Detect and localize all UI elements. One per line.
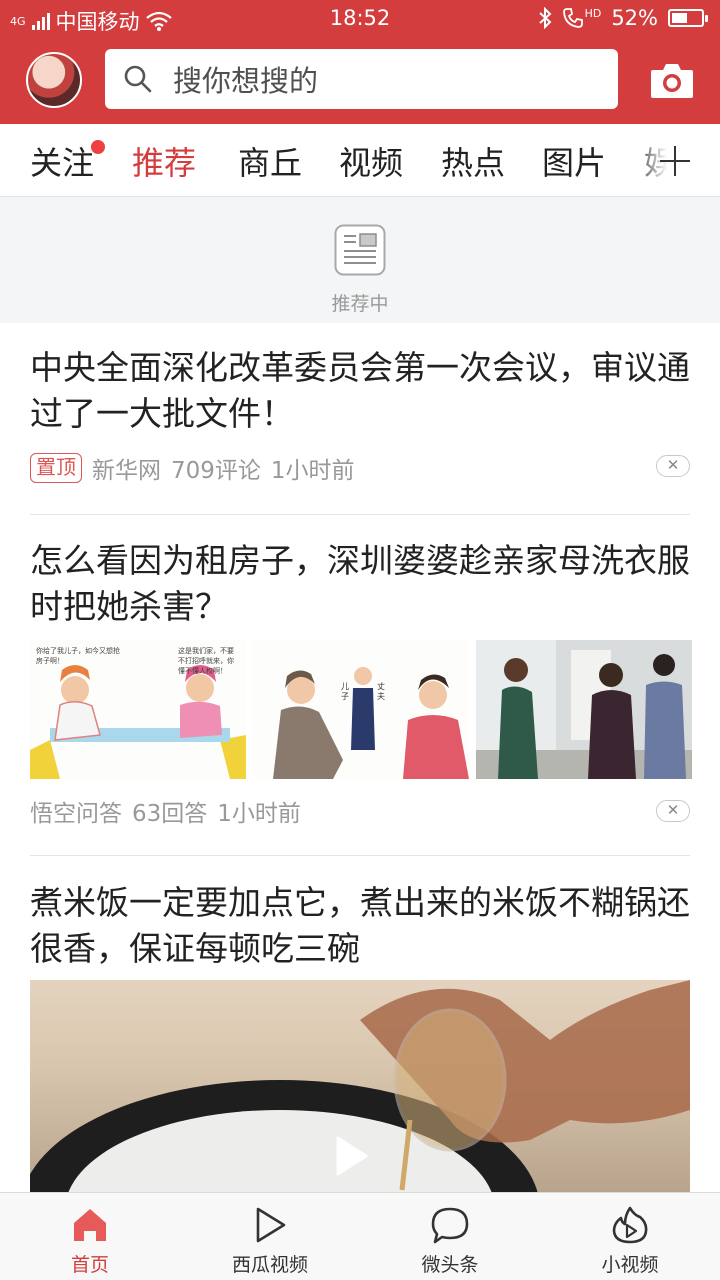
search-box[interactable]: 搜你想搜的: [105, 49, 618, 109]
tab-shangqiu[interactable]: 商丘: [238, 138, 302, 184]
add-channel-icon[interactable]: [660, 146, 690, 176]
hd-label: HD: [584, 7, 602, 20]
bubble-text: 这是我们家，不要不打招呼就来，你懂不懂人权啊！: [178, 647, 234, 675]
thumbnail-image[interactable]: 儿子 丈夫: [253, 640, 469, 779]
article-source: 新华网: [92, 458, 161, 484]
tab-follow[interactable]: 关注: [30, 138, 94, 184]
pinned-badge: 置顶: [30, 453, 82, 483]
nav-label: 小视频: [601, 1254, 659, 1276]
article-time: 1小时前: [270, 458, 355, 484]
nav-micro-headline[interactable]: 微头条: [360, 1193, 540, 1280]
article-source: 悟空问答: [30, 801, 122, 827]
thumbnail-image[interactable]: 你给了我儿子，如今又想抢房子啊！ 这是我们家，不要不打招呼就来，你懂不懂人权啊！: [30, 640, 246, 779]
play-icon[interactable]: [330, 1134, 370, 1178]
bubble-text: 你给了我儿子，如今又想抢房子啊！: [36, 647, 120, 665]
article-meta: 置顶 新华网 709评论 1小时前: [30, 451, 355, 485]
status-bar: 4G 中国移动 18:52 HD 52%: [0, 0, 720, 38]
search-placeholder: 搜你想搜的: [173, 64, 319, 98]
nav-home[interactable]: 首页: [0, 1193, 180, 1280]
battery-percent: 52%: [611, 6, 658, 30]
status-right: HD 52%: [538, 6, 708, 30]
feed-item[interactable]: 中央全面深化改革委员会第一次会议，审议通过了一大批文件！ 置顶 新华网 709评…: [30, 345, 690, 485]
refresh-indicator: 推荐中: [0, 197, 720, 323]
loading-label: 推荐中: [331, 293, 389, 315]
nav-label: 微头条: [421, 1254, 479, 1276]
thumbnail-image[interactable]: [476, 640, 692, 779]
article-answers: 63回答: [132, 801, 208, 827]
feed-item[interactable]: 煮米饭一定要加点它，煮出来的米饭不糊锅还很香，保证每顿吃三碗: [30, 880, 690, 976]
hd-call-icon: HD: [562, 7, 602, 29]
feed-item[interactable]: 怎么看因为租房子，深圳婆婆趁亲家母洗衣服时把她杀害？ 你给了我儿子，如今又想抢房…: [30, 538, 692, 838]
nav-short-video[interactable]: 小视频: [540, 1193, 720, 1280]
tab-hot[interactable]: 热点: [441, 138, 505, 184]
chat-bubble-icon: [431, 1207, 469, 1244]
dismiss-button[interactable]: ✕: [656, 455, 690, 477]
search-icon: [124, 65, 152, 93]
article-comments: 709评论: [171, 458, 261, 484]
article-time: 1小时前: [217, 801, 301, 827]
label-husband: 丈夫: [377, 682, 385, 701]
dismiss-button[interactable]: ✕: [656, 800, 690, 822]
article-meta: 悟空问答 63回答 1小时前: [30, 794, 301, 828]
divider: [30, 514, 690, 515]
divider: [30, 855, 690, 856]
nav-label: 西瓜视频: [231, 1254, 308, 1276]
article-title[interactable]: 煮米饭一定要加点它，煮出来的米饭不糊锅还很香，保证每顿吃三碗: [30, 880, 690, 972]
article-title[interactable]: 中央全面深化改革委员会第一次会议，审议通过了一大批文件！: [30, 345, 690, 437]
bottom-navigation: 首页 西瓜视频 微头条 小视频: [0, 1192, 720, 1280]
news-icon: [334, 224, 386, 276]
tab-video[interactable]: 视频: [339, 138, 403, 184]
bluetooth-icon: [538, 7, 552, 29]
tab-recommend[interactable]: 推荐: [132, 138, 196, 184]
article-title[interactable]: 怎么看因为租房子，深圳婆婆趁亲家母洗衣服时把她杀害？: [30, 538, 690, 630]
flame-play-icon: [612, 1206, 648, 1244]
user-avatar[interactable]: [26, 52, 82, 108]
play-outline-icon: [256, 1207, 286, 1243]
nav-xigua-video[interactable]: 西瓜视频: [180, 1193, 360, 1280]
nav-label: 首页: [70, 1254, 109, 1276]
channel-tabs: 关注 推荐 商丘 视频 热点 图片 娱: [0, 124, 720, 197]
camera-icon[interactable]: [649, 60, 695, 100]
label-son: 儿子: [341, 682, 349, 701]
tab-pictures[interactable]: 图片: [542, 138, 606, 184]
battery-icon: [668, 9, 708, 27]
home-icon: [74, 1209, 106, 1241]
follow-notification-dot: [91, 140, 105, 154]
thumbnail-row: 你给了我儿子，如今又想抢房子啊！ 这是我们家，不要不打招呼就来，你懂不懂人权啊！…: [30, 640, 692, 779]
